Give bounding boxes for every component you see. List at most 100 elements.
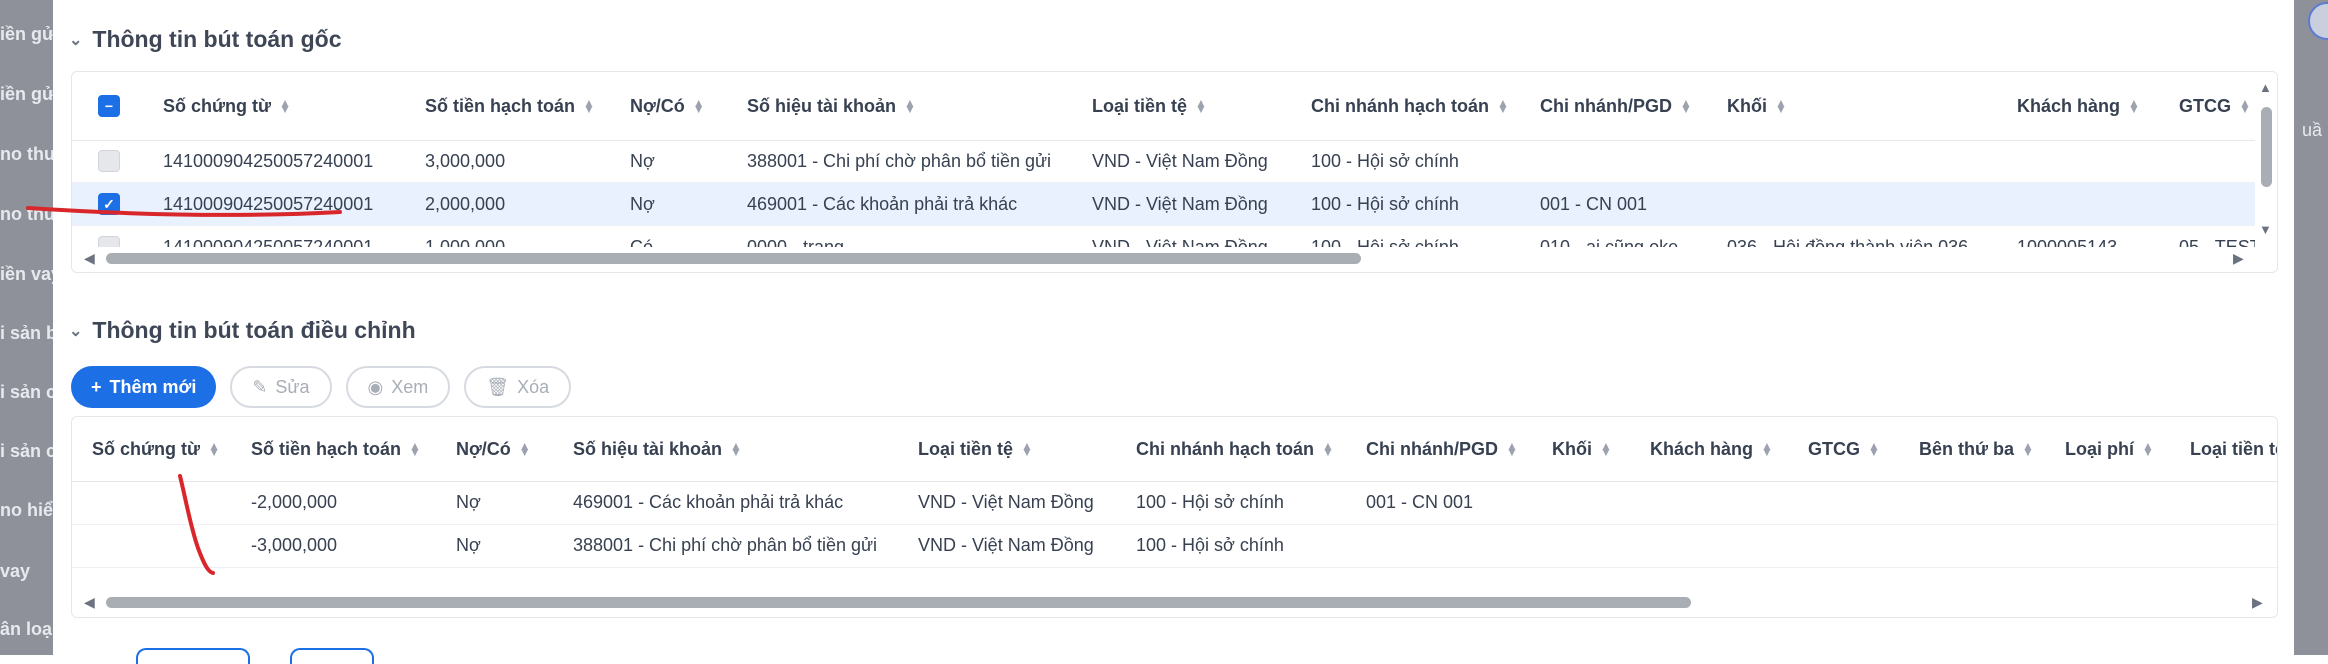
- sidebar-item[interactable]: i sản b: [0, 323, 53, 344]
- column-header[interactable]: GTCG ▲ ▼: [1808, 417, 1880, 481]
- sidebar-item[interactable]: i sản c: [0, 441, 53, 462]
- column-header[interactable]: Chi nhánh hạch toán ▲ ▼: [1311, 72, 1509, 140]
- scroll-up-icon[interactable]: ▲: [2259, 80, 2272, 95]
- scroll-left-icon[interactable]: ◀: [84, 594, 95, 611]
- column-header[interactable]: Chi nhánh/PGD ▲ ▼: [1540, 72, 1692, 140]
- sidebar-item[interactable]: iền vay: [0, 264, 53, 285]
- column-header[interactable]: Loại tiền tệ ▲ ▼: [1092, 72, 1207, 140]
- right-overlay: uầ: [2294, 0, 2328, 655]
- cell-amount: 2,000,000: [425, 193, 506, 214]
- column-header[interactable]: Nợ/Có ▲ ▼: [630, 72, 705, 140]
- eye-icon: ◉: [367, 376, 384, 397]
- sidebar-item[interactable]: iền gửi t: [0, 84, 53, 105]
- column-header[interactable]: Số hiệu tài khoản ▲ ▼: [573, 417, 742, 481]
- column-header[interactable]: Khách hàng ▲ ▼: [1650, 417, 1773, 481]
- sort-icon: ▲ ▼: [1600, 439, 1612, 459]
- trash-icon: 🗑: [486, 376, 510, 397]
- sort-icon: ▲ ▼: [1775, 96, 1787, 116]
- sidebar-item[interactable]: vay: [0, 561, 30, 582]
- section-title: Thông tin bút toán điều chỉnh: [92, 317, 416, 343]
- column-header[interactable]: Chi nhánh/PGD ▲ ▼: [1366, 417, 1518, 481]
- column-header[interactable]: Khối ▲ ▼: [1552, 417, 1612, 481]
- column-header[interactable]: Chi nhánh hạch toán ▲ ▼: [1136, 417, 1334, 481]
- cell-account: 469001 - Các khoản phải trả khác: [747, 193, 1018, 214]
- scroll-right-icon[interactable]: ▶: [2233, 250, 2244, 267]
- sort-icon: ▲ ▼: [2142, 439, 2154, 459]
- column-header[interactable]: Số tiền hạch toán ▲ ▼: [251, 417, 421, 481]
- sort-icon: ▲ ▼: [904, 96, 916, 116]
- table-row[interactable]: -3,000,000 Nợ 388001 - Chi phí chờ phân …: [72, 524, 2277, 568]
- cell-debit-credit: Nợ: [630, 193, 655, 214]
- original-entries-table: − Số chứng từ ▲ ▼ Số tiền hạch toán ▲ ▼ Nợ/C…: [71, 71, 2278, 273]
- scroll-right-icon[interactable]: ▶: [2252, 594, 2263, 611]
- sidebar-item[interactable]: ân loạ: [0, 619, 52, 640]
- cell-branch: 100 - Hội sở chính: [1311, 150, 1459, 171]
- sidebar: iền gửi iền gửi t no thuê no thuê iền va…: [0, 0, 53, 655]
- cell-currency: VND - Việt Nam Đồng: [1092, 150, 1268, 171]
- adjustment-entries-table: Số chứng từ ▲ ▼ Số tiền hạch toán ▲ ▼ Nợ/Có ▲…: [71, 416, 2278, 618]
- sidebar-item[interactable]: no hiểm: [0, 500, 53, 521]
- table-row[interactable]: 14100090425005724000​1 3,000,000 Nợ 3880…: [72, 140, 2277, 183]
- sort-icon: ▲ ▼: [2022, 439, 2034, 459]
- column-header[interactable]: GTCG ▲ ▼: [2179, 72, 2251, 140]
- row-checkbox-checked[interactable]: ✓: [98, 193, 120, 215]
- table-row-selected[interactable]: ✓ 14100090425005724000​1 2,000,000 Nợ 46…: [72, 183, 2277, 226]
- main-content: ⌄ Thông tin bút toán gốc − Số chứng từ ▲ ▼…: [53, 0, 2294, 664]
- horizontal-scrollbar[interactable]: ◀ ▶: [72, 248, 2255, 268]
- edit-button[interactable]: ✎ Sửa: [230, 366, 332, 408]
- footer-button[interactable]: [136, 648, 250, 664]
- select-all-checkbox[interactable]: −: [98, 95, 120, 117]
- row-checkbox[interactable]: [98, 150, 120, 172]
- scrollbar-thumb[interactable]: [2261, 107, 2272, 187]
- select-all-cell[interactable]: −: [98, 72, 120, 140]
- scroll-left-icon[interactable]: ◀: [84, 250, 95, 267]
- cell-debit-credit: Nợ: [630, 150, 655, 171]
- column-header[interactable]: Số chứng từ ▲ ▼: [163, 72, 291, 140]
- view-button[interactable]: ◉ Xem: [345, 366, 451, 408]
- cell-branch: 100 - Hội sở chính: [1311, 193, 1459, 214]
- sort-icon: ▲ ▼: [409, 439, 421, 459]
- scrollbar-thumb[interactable]: [106, 253, 1361, 264]
- column-header[interactable]: Số chứng từ ▲ ▼: [92, 417, 220, 481]
- sort-icon: ▲ ▼: [1761, 439, 1773, 459]
- sidebar-item[interactable]: iền gửi: [0, 24, 53, 45]
- column-header[interactable]: Loại phí ▲ ▼: [2065, 417, 2154, 481]
- cell-currency: VND - Việt Nam Đồng: [918, 535, 1094, 555]
- add-new-button[interactable]: + Thêm mới: [71, 366, 217, 408]
- column-header[interactable]: Nợ/Có ▲ ▼: [456, 417, 531, 481]
- column-header[interactable]: Số tiền hạch toán ▲ ▼: [425, 72, 595, 140]
- column-header[interactable]: Khách hàng ▲ ▼: [2017, 72, 2140, 140]
- column-header[interactable]: Bên thứ ba ▲ ▼: [1919, 417, 2034, 481]
- section-original-entries-header[interactable]: ⌄ Thông tin bút toán gốc: [69, 26, 342, 53]
- cell-sub-branch: 001 - CN 001: [1366, 492, 1474, 512]
- delete-button[interactable]: 🗑 Xóa: [464, 366, 572, 408]
- sort-icon: ▲ ▼: [1021, 439, 1033, 459]
- cell-account: 388001 - Chi phí chờ phân bổ tiền gửi: [747, 150, 1052, 171]
- sort-icon: ▲ ▼: [1868, 439, 1880, 459]
- column-header[interactable]: Số hiệu tài khoản ▲ ▼: [747, 72, 916, 140]
- horizontal-scrollbar[interactable]: ◀ ▶: [72, 592, 2277, 612]
- footer-button[interactable]: [290, 648, 374, 664]
- chevron-down-icon: ⌄: [69, 322, 83, 340]
- sort-icon: ▲ ▼: [692, 96, 705, 116]
- cell-sub-branch: 001 - CN 001: [1540, 193, 1648, 214]
- sidebar-item[interactable]: no thuê: [0, 144, 53, 165]
- sort-icon: ▲ ▼: [279, 96, 291, 116]
- column-header[interactable]: Khối ▲ ▼: [1727, 72, 1787, 140]
- column-header[interactable]: Loại tiền tệ ▲ ▼: [918, 417, 1033, 481]
- table-row[interactable]: -2,000,000 Nợ 469001 - Các khoản phải tr…: [72, 481, 2277, 525]
- footer-buttons: [136, 648, 374, 664]
- sort-icon: ▲ ▼: [208, 439, 220, 459]
- sidebar-item[interactable]: i sản c: [0, 382, 53, 403]
- scroll-down-icon[interactable]: ▼: [2259, 222, 2272, 237]
- cell-voucher-no: 14100090425005724000​1: [163, 150, 374, 171]
- avatar[interactable]: [2308, 2, 2328, 40]
- vertical-scrollbar[interactable]: ▲ ▼: [2255, 72, 2277, 248]
- sidebar-item[interactable]: no thuê: [0, 204, 53, 225]
- section-adjustment-entries-header[interactable]: ⌄ Thông tin bút toán điều chỉnh: [69, 317, 416, 344]
- scrollbar-thumb[interactable]: [106, 597, 1691, 608]
- table-header: − Số chứng từ ▲ ▼ Số tiền hạch toán ▲ ▼ Nợ/C…: [72, 72, 2277, 141]
- sort-icon: ▲ ▼: [2239, 96, 2251, 116]
- cell-account: 469001 - Các khoản phải trả khác: [573, 492, 844, 512]
- column-header[interactable]: Loại tiền tệ: [2190, 417, 2277, 481]
